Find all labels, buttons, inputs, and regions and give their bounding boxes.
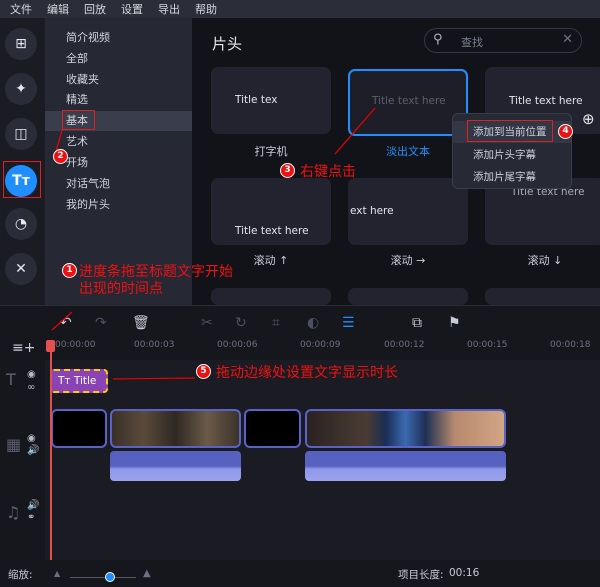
annotation-text: 右键点击 bbox=[300, 164, 356, 180]
annotation-text: 拖动边缘处设置文字显示时长 bbox=[216, 365, 398, 381]
arrow-3 bbox=[334, 107, 376, 155]
step-badge: 3 bbox=[280, 163, 295, 178]
arrow-1 bbox=[51, 311, 73, 331]
step-badge: 4 bbox=[558, 124, 573, 139]
step-badge: 5 bbox=[196, 364, 211, 379]
arrow-5 bbox=[112, 377, 196, 380]
annotation-text: 出现的时间点 bbox=[79, 281, 163, 297]
step-badge: 1 bbox=[62, 263, 77, 278]
step-badge: 2 bbox=[53, 149, 68, 164]
